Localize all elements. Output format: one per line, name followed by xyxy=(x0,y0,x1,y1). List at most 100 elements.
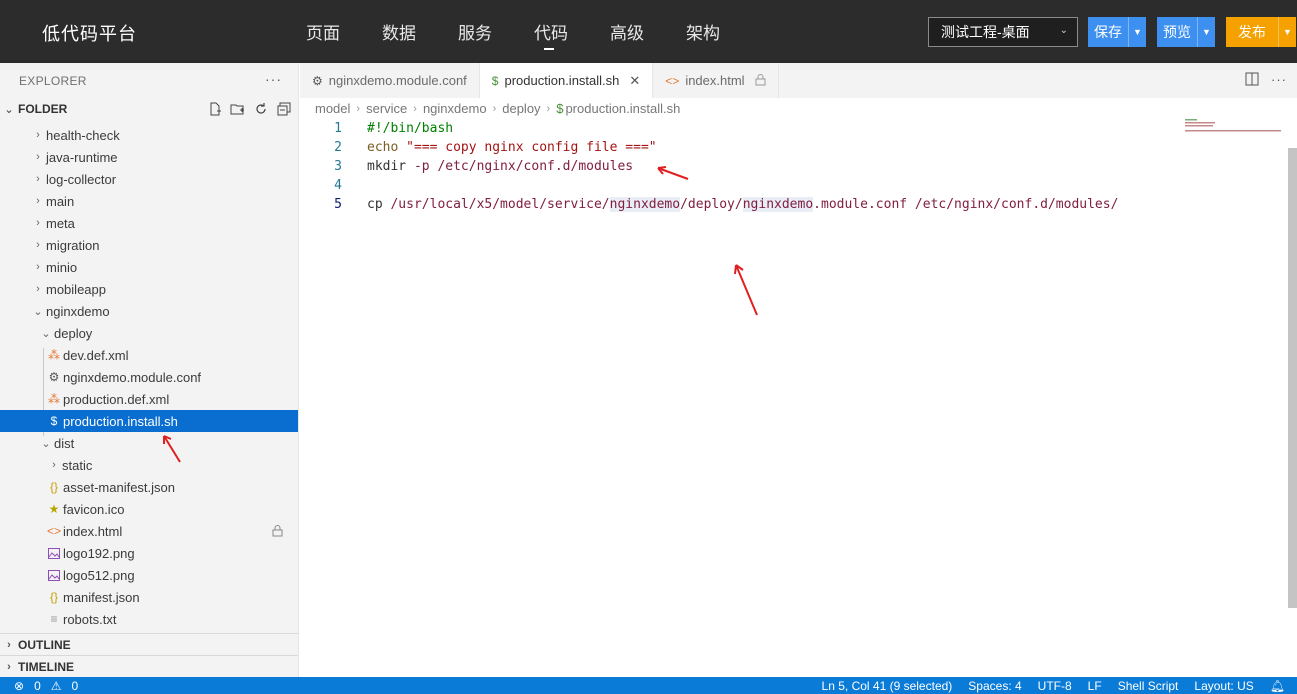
editor-scrollbar[interactable] xyxy=(1288,148,1297,608)
tree-item-manifest-json[interactable]: {} manifest.json xyxy=(0,586,298,608)
chevron-right-icon: › xyxy=(36,151,40,163)
bell-icon[interactable]: 🔔︎ xyxy=(1270,679,1285,693)
encoding[interactable]: UTF-8 xyxy=(1038,679,1072,693)
publish-dropdown-icon[interactable]: ▼ xyxy=(1278,17,1296,47)
editor-tabs: ⚙ nginxdemo.module.conf $ production.ins… xyxy=(300,63,1297,98)
nav-item-data[interactable]: 数据 xyxy=(382,0,458,63)
code-token: echo xyxy=(367,140,407,155)
outline-section[interactable]: › OUTLINE xyxy=(0,633,298,655)
tree-item-deploy[interactable]: ⌄ deploy xyxy=(0,322,298,344)
tree-item-static[interactable]: › static xyxy=(0,454,298,476)
code-token: nginxdemo xyxy=(742,197,814,212)
project-select-value: 测试工程-桌面 xyxy=(941,24,1030,40)
tree-item-main[interactable]: › main xyxy=(0,190,298,212)
new-folder-icon[interactable] xyxy=(229,100,246,117)
refresh-icon[interactable] xyxy=(252,100,269,117)
preview-button[interactable]: 预览 xyxy=(1157,17,1197,47)
close-icon[interactable]: ✕ xyxy=(629,73,640,89)
line-number: 4 xyxy=(334,178,342,193)
tree-item-robots-txt[interactable]: ≡ robots.txt xyxy=(0,608,298,630)
project-select[interactable]: 测试工程-桌面 ⌄ xyxy=(928,17,1078,47)
star-icon: ★ xyxy=(48,502,60,516)
tree-item-dev-def-xml[interactable]: ⁂ dev.def.xml xyxy=(0,344,298,366)
chevron-right-icon: › xyxy=(36,239,40,251)
chevron-right-icon: › xyxy=(36,129,40,141)
save-dropdown-icon[interactable]: ▼ xyxy=(1128,17,1146,47)
minimap[interactable] xyxy=(1185,118,1285,132)
preview-dropdown-icon[interactable]: ▼ xyxy=(1197,17,1215,47)
nav-item-code[interactable]: 代码 xyxy=(534,0,610,63)
tree-item-health-check[interactable]: › health-check xyxy=(0,124,298,146)
tree-item-index-html[interactable]: <> index.html xyxy=(0,520,298,542)
chevron-right-icon: › xyxy=(36,283,40,295)
code-line[interactable]: 3 mkdir -p /etc/nginx/conf.d/modules xyxy=(300,157,1285,176)
main-nav: 页面 数据 服务 代码 高级 架构 xyxy=(306,0,762,63)
tree-item-dist[interactable]: ⌄ dist xyxy=(0,432,298,454)
tree-item-logo512-png[interactable]: logo512.png xyxy=(0,564,298,586)
code-line[interactable]: 4 xyxy=(300,176,1285,195)
tab-index-html[interactable]: <> index.html xyxy=(653,63,779,98)
preview-split-button: 预览 ▼ xyxy=(1157,17,1215,47)
breadcrumb-item[interactable]: nginxdemo xyxy=(423,101,487,116)
more-actions-icon[interactable]: ··· xyxy=(1271,72,1287,89)
save-button[interactable]: 保存 xyxy=(1088,17,1128,47)
code-token: #!/bin/bash xyxy=(367,121,454,136)
tree-item-nginxdemo-module-conf[interactable]: ⚙ nginxdemo.module.conf xyxy=(0,366,298,388)
dollar-icon: $ xyxy=(556,101,564,116)
breadcrumb-item[interactable]: service xyxy=(366,101,407,116)
tree-item-meta[interactable]: › meta xyxy=(0,212,298,234)
chevron-right-icon: › xyxy=(492,102,497,115)
line-ending[interactable]: LF xyxy=(1088,679,1102,693)
code-line[interactable]: 1 #!/bin/bash xyxy=(300,119,1285,138)
line-number: 1 xyxy=(334,121,342,136)
timeline-section[interactable]: › TIMELINE xyxy=(0,655,298,677)
breadcrumb-file[interactable]: $ production.install.sh xyxy=(556,101,680,116)
more-actions-icon[interactable]: ··· xyxy=(265,71,282,87)
code-token: mkdir xyxy=(367,159,414,174)
nav-item-services[interactable]: 服务 xyxy=(458,0,534,63)
tree-item-migration[interactable]: › migration xyxy=(0,234,298,256)
tree-item-production-install-sh[interactable]: $ production.install.sh xyxy=(0,410,298,432)
code-editor[interactable]: 1 #!/bin/bash 2 echo "=== copy nginx config… xyxy=(300,119,1285,214)
tree-item-java-runtime[interactable]: › java-runtime xyxy=(0,146,298,168)
tree-item-logo192-png[interactable]: logo192.png xyxy=(0,542,298,564)
chevron-down-icon: ⌄ xyxy=(41,437,51,450)
nav-item-architecture[interactable]: 架构 xyxy=(686,0,762,63)
gear-icon: ⚙ xyxy=(312,73,323,88)
tree-item-mobileapp[interactable]: › mobileapp xyxy=(0,278,298,300)
indentation[interactable]: Spaces: 4 xyxy=(968,679,1021,693)
keyboard-layout[interactable]: Layout: US xyxy=(1194,679,1253,693)
nav-item-pages[interactable]: 页面 xyxy=(306,0,382,63)
tree-item-nginxdemo[interactable]: ⌄ nginxdemo xyxy=(0,300,298,322)
collapse-all-icon[interactable] xyxy=(275,100,292,117)
code-token: nginxdemo xyxy=(609,197,681,212)
explorer-title: EXPLORER xyxy=(19,73,87,88)
nav-item-advanced[interactable]: 高级 xyxy=(610,0,686,63)
tree-item-minio[interactable]: › minio xyxy=(0,256,298,278)
tree-item-production-def-xml[interactable]: ⁂ production.def.xml xyxy=(0,388,298,410)
language-mode[interactable]: Shell Script xyxy=(1118,679,1179,693)
tab-production-install-sh[interactable]: $ production.install.sh ✕ xyxy=(479,63,654,98)
breadcrumb-item[interactable]: deploy xyxy=(502,101,540,116)
publish-button[interactable]: 发布 xyxy=(1226,17,1278,47)
split-editor-icon[interactable] xyxy=(1245,72,1259,89)
tree-item-favicon-ico[interactable]: ★ favicon.ico xyxy=(0,498,298,520)
lines-icon: ≡ xyxy=(50,612,58,626)
folder-header[interactable]: ⌄ FOLDER xyxy=(0,98,298,120)
tree-item-log-collector[interactable]: › log-collector xyxy=(0,168,298,190)
problems-indicator[interactable]: ⊗ 0 ⚠ 0 xyxy=(14,679,78,693)
cursor-position[interactable]: Ln 5, Col 41 (9 selected) xyxy=(822,679,953,693)
code-line[interactable]: 5 cp /usr/local/x5/model/service/nginxdem… xyxy=(300,195,1285,214)
new-file-icon[interactable] xyxy=(206,100,223,117)
line-number: 3 xyxy=(334,159,342,174)
explorer-sidebar: EXPLORER ··· ⌄ FOLDER › health-check › jav… xyxy=(0,63,299,677)
code-token: /deploy/ xyxy=(680,197,743,212)
chevron-right-icon: › xyxy=(36,261,40,273)
breadcrumb: model › service › nginxdemo › deploy › $… xyxy=(315,101,680,116)
dollar-icon: $ xyxy=(50,414,58,428)
breadcrumb-item[interactable]: model xyxy=(315,101,350,116)
tree-item-asset-manifest-json[interactable]: {} asset-manifest.json xyxy=(0,476,298,498)
code-token: /usr/local/x5/model/service/ xyxy=(390,197,610,212)
tab-nginxdemo-module-conf[interactable]: ⚙ nginxdemo.module.conf xyxy=(300,63,480,98)
code-line[interactable]: 2 echo "=== copy nginx config file ===" xyxy=(300,138,1285,157)
